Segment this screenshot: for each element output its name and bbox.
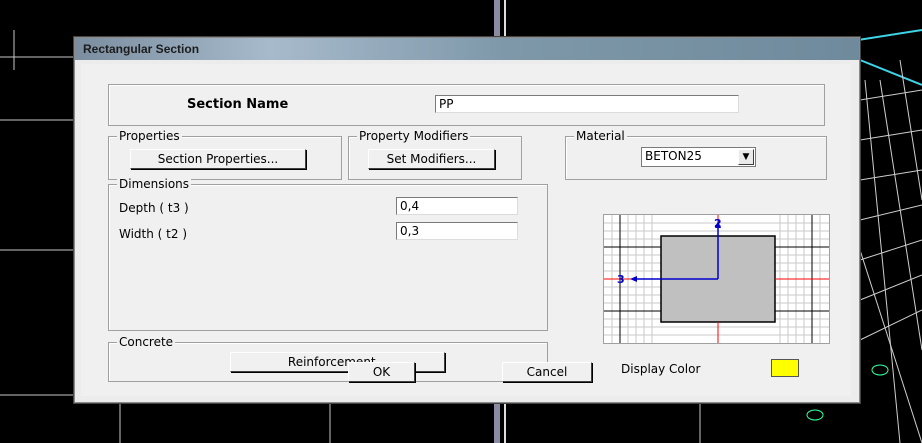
axis-2-label: 2 [714, 217, 722, 230]
property-modifiers-group-label: Property Modifiers [357, 129, 471, 143]
chevron-down-icon[interactable]: ▼ [738, 149, 754, 165]
material-select[interactable]: BETON25 ▼ [641, 147, 756, 167]
material-group: Material BETON25 ▼ [565, 129, 827, 180]
section-properties-button[interactable]: Section Properties... [130, 149, 306, 169]
cancel-button[interactable]: Cancel [502, 362, 592, 382]
dialog-body: Section Name PP Properties Section Prope… [81, 64, 851, 396]
section-preview-drawing: 2 3 [604, 215, 829, 343]
material-select-value: BETON25 [645, 149, 702, 163]
ok-button[interactable]: OK [348, 362, 415, 382]
rectangular-section-dialog: Rectangular Section Section Name PP Prop… [74, 37, 860, 403]
width-input[interactable]: 0,3 [396, 222, 518, 240]
depth-label: Depth ( t3 ) [119, 201, 189, 215]
property-modifiers-group: Property Modifiers Set Modifiers... [348, 129, 522, 180]
dialog-titlebar[interactable]: Rectangular Section [75, 38, 859, 60]
dimensions-group: Dimensions Depth ( t3 ) 0,4 Width ( t2 )… [108, 177, 548, 331]
properties-group: Properties Section Properties... [108, 129, 342, 180]
dimensions-group-label: Dimensions [117, 177, 192, 191]
concrete-group: Concrete Reinforcement... [108, 335, 548, 382]
set-modifiers-button[interactable]: Set Modifiers... [368, 149, 495, 169]
section-preview: 2 3 [603, 214, 830, 344]
width-label: Width ( t2 ) [119, 227, 188, 241]
section-name-group: Section Name PP [108, 84, 825, 126]
axis-3-label: 3 [617, 273, 625, 286]
concrete-group-label: Concrete [117, 335, 176, 349]
display-color-swatch[interactable] [771, 359, 799, 377]
dialog-title: Rectangular Section [83, 42, 200, 56]
section-name-input[interactable]: PP [435, 95, 739, 113]
depth-input[interactable]: 0,4 [396, 197, 518, 215]
section-name-label: Section Name [187, 97, 289, 112]
material-group-label: Material [574, 129, 627, 143]
properties-group-label: Properties [117, 129, 182, 143]
display-color-label: Display Color [621, 362, 701, 376]
